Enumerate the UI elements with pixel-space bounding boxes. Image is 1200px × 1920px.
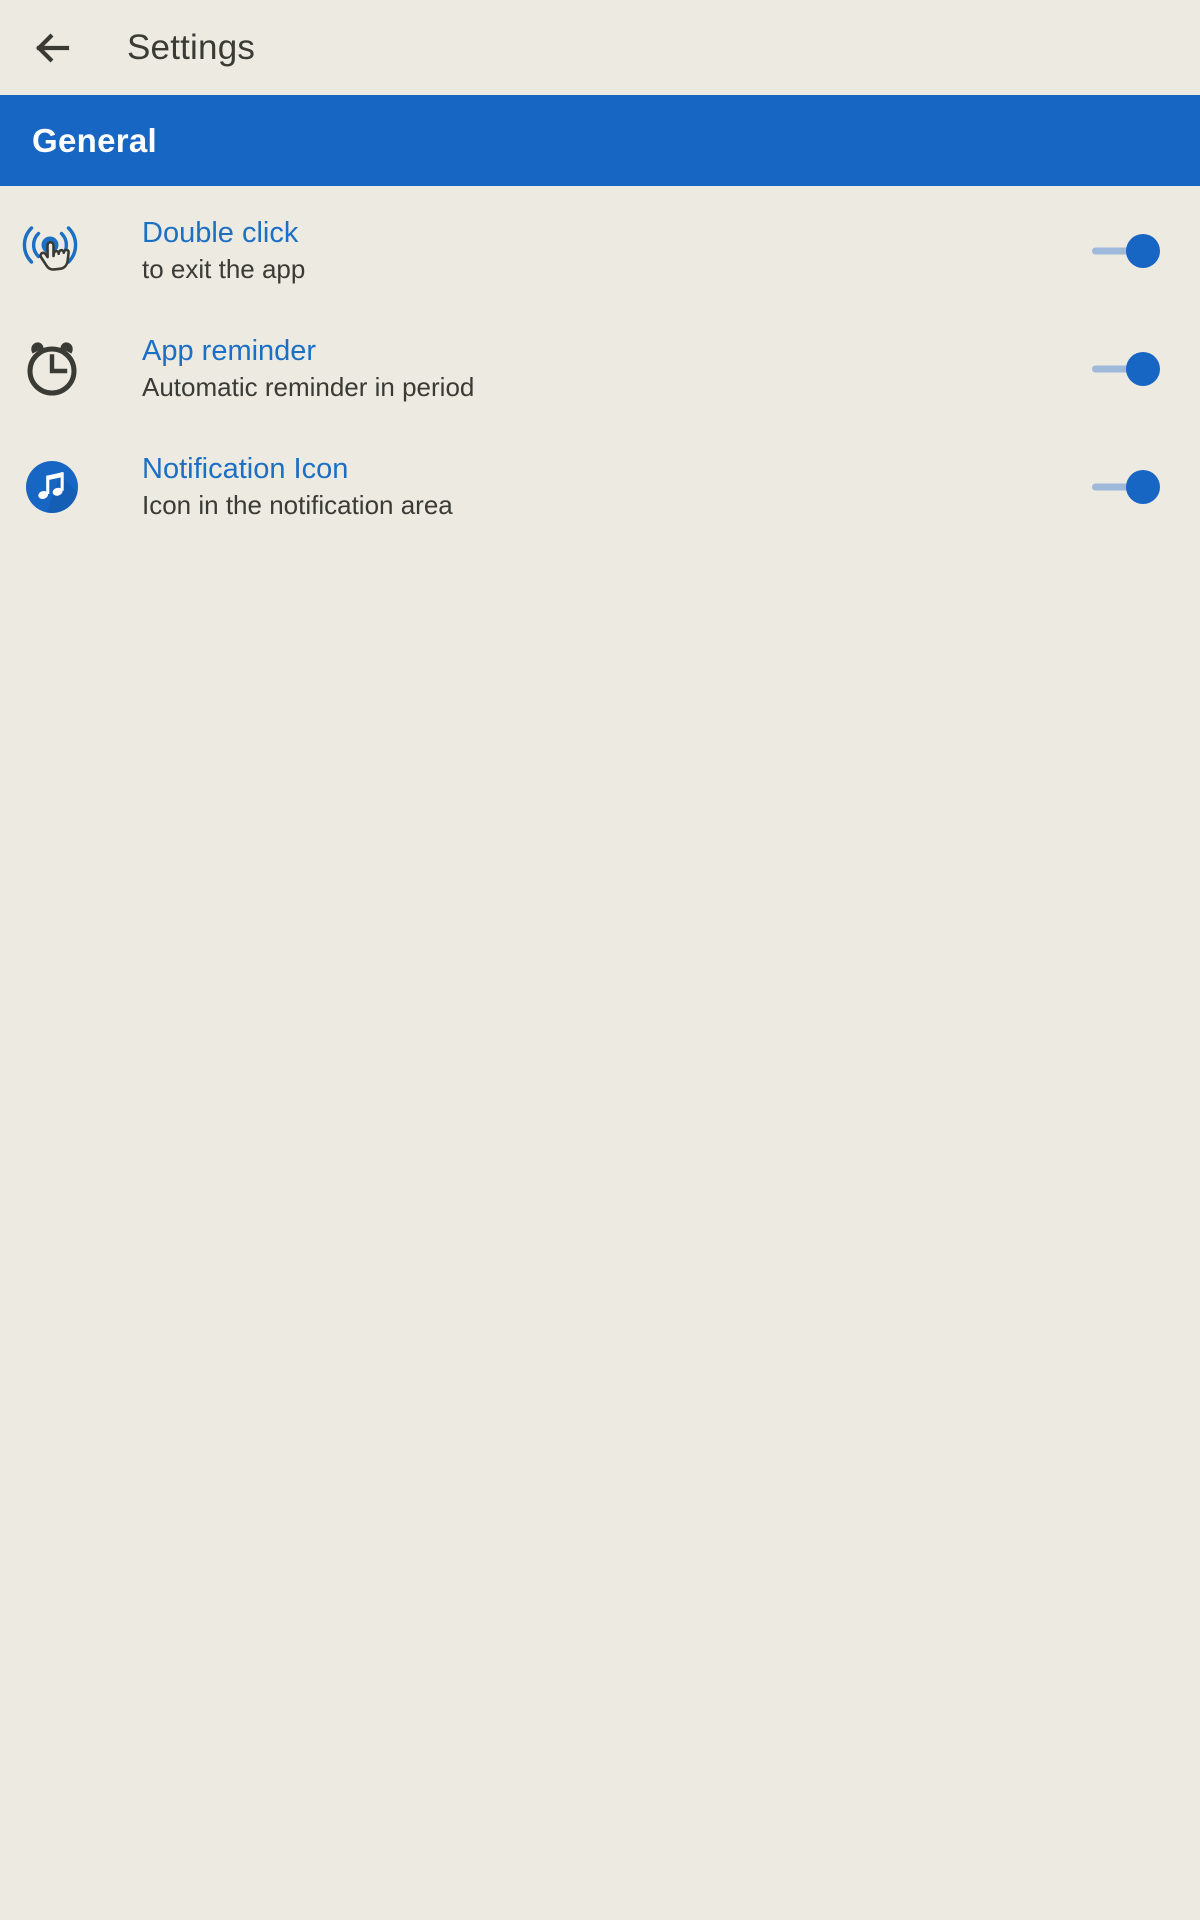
toggle-double-click[interactable]	[1092, 231, 1160, 271]
toggle-thumb	[1126, 470, 1160, 504]
setting-title: Notification Icon	[142, 452, 349, 485]
setting-row-notification-icon[interactable]: Notification Icon Icon in the notificati…	[0, 428, 1200, 546]
setting-text-app-reminder: App reminder Automatic reminder in perio…	[142, 335, 1092, 403]
setting-row-app-reminder[interactable]: App reminder Automatic reminder in perio…	[0, 310, 1200, 428]
app-bar: Settings	[0, 0, 1200, 95]
toggle-thumb	[1126, 234, 1160, 268]
alarm-clock-icon	[14, 331, 90, 407]
setting-text-double-click: Double click to exit the app	[142, 217, 1092, 285]
setting-subtitle: Icon in the notification area	[142, 490, 453, 521]
setting-title: App reminder	[142, 334, 317, 367]
section-header-general: General	[0, 95, 1200, 186]
toggle-notification-icon[interactable]	[1092, 467, 1160, 507]
setting-subtitle: Automatic reminder in period	[142, 372, 475, 403]
music-note-notification-icon	[14, 449, 90, 525]
setting-text-notification-icon: Notification Icon Icon in the notificati…	[142, 453, 1092, 521]
settings-list: Double click to exit the app App reminde…	[0, 186, 1200, 546]
page-title: Settings	[127, 28, 256, 67]
back-button[interactable]	[26, 21, 80, 75]
double-click-ripple-icon	[14, 213, 90, 289]
setting-title: Double click	[142, 216, 299, 249]
setting-row-double-click[interactable]: Double click to exit the app	[0, 192, 1200, 310]
toggle-app-reminder[interactable]	[1092, 349, 1160, 389]
section-header-label: General	[32, 122, 157, 159]
toggle-thumb	[1126, 352, 1160, 386]
setting-subtitle: to exit the app	[142, 254, 306, 285]
arrow-left-icon	[30, 25, 76, 71]
